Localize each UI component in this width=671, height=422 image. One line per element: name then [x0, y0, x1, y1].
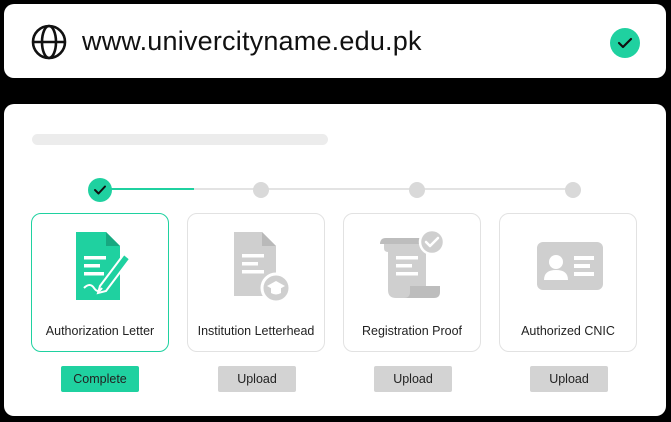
document-card-registration-proof[interactable]: Registration Proof: [343, 213, 481, 352]
document-card-authorized-cnic[interactable]: Authorized CNIC: [499, 213, 637, 352]
document-card-institution-letterhead[interactable]: Institution Letterhead: [187, 213, 325, 352]
complete-button[interactable]: Complete: [61, 366, 139, 392]
step-4-dot: [565, 182, 581, 198]
url-bar[interactable]: www.univercityname.edu.pk: [4, 4, 666, 78]
progress-stepper: [88, 178, 588, 202]
certificate-scroll-icon: [380, 230, 446, 298]
step-1-complete: [88, 178, 112, 202]
step-connector-done: [100, 188, 194, 190]
document-card-authorization-letter[interactable]: Authorization Letter: [31, 213, 169, 352]
step-connector-pending: [194, 188, 570, 190]
document-label: Institution Letterhead: [197, 324, 315, 338]
document-label: Registration Proof: [361, 324, 463, 338]
document-label: Authorized CNIC: [521, 324, 615, 338]
check-icon: [94, 185, 106, 195]
upload-button-authorized-cnic[interactable]: Upload: [530, 366, 608, 392]
document-label: Authorization Letter: [45, 324, 155, 338]
letterhead-document-icon: [234, 232, 292, 302]
signed-document-icon: [76, 232, 132, 300]
upload-button-institution-letterhead[interactable]: Upload: [218, 366, 296, 392]
id-card-icon: [537, 242, 603, 290]
verification-card: Authorization Letter Institution Letterh…: [4, 104, 666, 416]
url-text[interactable]: www.univercityname.edu.pk: [82, 24, 422, 58]
globe-icon: [31, 24, 67, 60]
step-3-dot: [409, 182, 425, 198]
verified-check-icon: [610, 28, 640, 58]
title-placeholder: [32, 134, 328, 145]
upload-button-registration-proof[interactable]: Upload: [374, 366, 452, 392]
step-2-dot: [253, 182, 269, 198]
